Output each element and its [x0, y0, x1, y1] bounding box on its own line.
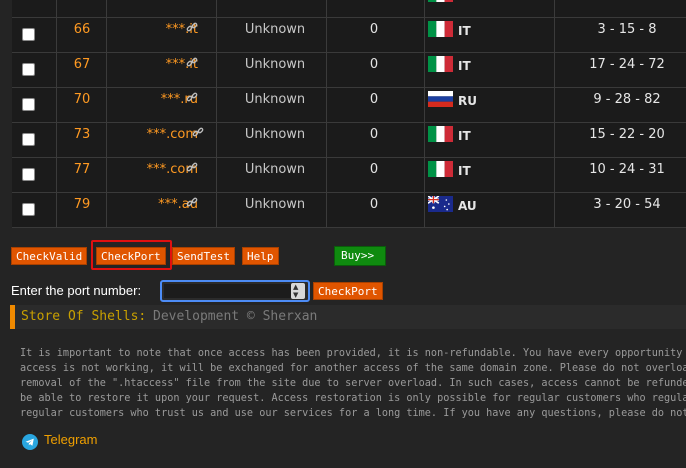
spinner-up-icon[interactable]: ▲	[293, 284, 298, 291]
it-flag-icon	[428, 126, 453, 142]
row-domain[interactable]: ***.com	[108, 127, 198, 142]
row-count: 0	[369, 92, 379, 107]
row-domain[interactable]: ***.au	[108, 197, 198, 212]
row-id: 67	[73, 57, 91, 72]
table-row: 66 ***.it Unknown 0 IT 3 - 15 - 8	[12, 18, 686, 53]
row-id: 66	[73, 22, 91, 37]
link-icon[interactable]	[186, 91, 198, 103]
row-country: IT	[458, 129, 471, 143]
table-row: 73 ***.com Unknown 0 IT 15 - 22 - 20	[12, 123, 686, 158]
row-count: 0	[369, 197, 379, 212]
cell-divider	[12, 0, 555, 17]
row-country: RU	[458, 94, 477, 108]
telegram-label[interactable]: Telegram	[44, 432, 97, 447]
check-valid-button[interactable]: CheckValid	[11, 247, 88, 265]
row-status: Unknown	[244, 57, 306, 72]
row-country: AU	[458, 199, 477, 213]
row-checkbox[interactable]	[22, 133, 35, 146]
check-port-highlight	[91, 240, 172, 270]
it-flag-icon	[428, 0, 453, 2]
it-flag-icon	[428, 161, 453, 177]
row-country: IT	[458, 59, 471, 73]
notice-line: It is important to note that once access…	[20, 348, 686, 359]
row-id: 79	[73, 197, 91, 212]
row-country: IT	[458, 24, 471, 38]
row-domain[interactable]: ***.it	[108, 57, 198, 72]
row-count: 0	[369, 57, 379, 72]
row-status: Unknown	[244, 127, 306, 142]
table-row: 77 ***.com Unknown 0 IT 10 - 24 - 31	[12, 158, 686, 193]
link-icon[interactable]	[192, 126, 204, 138]
link-icon[interactable]	[186, 196, 198, 208]
notice-line: regular customers who trust us and use o…	[20, 408, 686, 419]
row-checkbox[interactable]	[22, 28, 35, 41]
row-count: 0	[369, 22, 379, 37]
telegram-icon	[22, 434, 38, 450]
row-country: IT	[458, 0, 471, 3]
buy-button[interactable]: Buy>>	[334, 246, 386, 266]
table-row: 79 ***.au Unknown 0 AU 3 - 20 - 54	[12, 193, 686, 228]
row-stats: 15 - 22 - 20	[589, 127, 665, 142]
row-stats: 17 - 24 - 72	[589, 57, 665, 72]
row-id: 70	[73, 92, 91, 107]
port-check-button[interactable]: CheckPort	[313, 282, 383, 300]
row-domain[interactable]: ***.it	[108, 22, 198, 37]
row-status: Unknown	[244, 92, 306, 107]
link-icon[interactable]	[186, 56, 198, 68]
help-button[interactable]: Help	[242, 247, 279, 265]
row-domain[interactable]: ***.ru	[108, 92, 198, 107]
link-icon[interactable]	[186, 21, 198, 33]
row-checkbox[interactable]	[22, 63, 35, 76]
link-icon[interactable]	[186, 161, 198, 173]
table-row: IT	[12, 0, 686, 18]
it-flag-icon	[428, 56, 453, 72]
row-stats: 9 - 28 - 82	[593, 92, 661, 107]
au-flag-icon	[427, 195, 453, 212]
table-row: 70 ***.ru Unknown 0 RU 9 - 28 - 82	[12, 88, 686, 123]
notice-line: removal of the ".htaccess" file from the…	[20, 378, 686, 389]
row-status: Unknown	[244, 22, 306, 37]
row-checkbox[interactable]	[22, 168, 35, 181]
ru-flag-icon	[428, 91, 453, 107]
row-count: 0	[369, 127, 379, 142]
row-stats: 10 - 24 - 31	[589, 162, 665, 177]
send-test-button[interactable]: SendTest	[172, 247, 235, 265]
row-divider	[12, 227, 686, 228]
port-label: Enter the port number:	[11, 283, 142, 298]
row-stats: 3 - 15 - 8	[597, 22, 657, 37]
row-id: 77	[73, 162, 91, 177]
port-number-field[interactable]	[164, 284, 304, 298]
row-country: IT	[458, 164, 471, 178]
notice-line: be able to restore it upon your request.…	[20, 393, 686, 404]
row-stats: 3 - 20 - 54	[593, 197, 661, 212]
port-spinner[interactable]: ▲ ▼	[291, 283, 305, 299]
it-flag-icon	[428, 21, 453, 37]
row-count: 0	[369, 162, 379, 177]
store-title: Store Of Shells:	[21, 309, 147, 324]
store-subtitle: Development © Sherxan	[153, 309, 318, 324]
row-id: 73	[73, 127, 91, 142]
row-status: Unknown	[244, 197, 306, 212]
refund-notice: It is important to note that once access…	[20, 346, 686, 421]
row-checkbox[interactable]	[22, 203, 35, 216]
store-banner: Store Of Shells: Development © Sherxan	[10, 305, 686, 329]
notice-line: access is not working, it will be exchan…	[20, 363, 686, 374]
row-checkbox[interactable]	[22, 98, 35, 111]
row-domain[interactable]: ***.com	[108, 162, 198, 177]
table-row: 67 ***.it Unknown 0 IT 17 - 24 - 72	[12, 53, 686, 88]
port-number-input[interactable]: ▲ ▼	[160, 280, 310, 302]
row-status: Unknown	[244, 162, 306, 177]
spinner-down-icon[interactable]: ▼	[293, 292, 298, 299]
